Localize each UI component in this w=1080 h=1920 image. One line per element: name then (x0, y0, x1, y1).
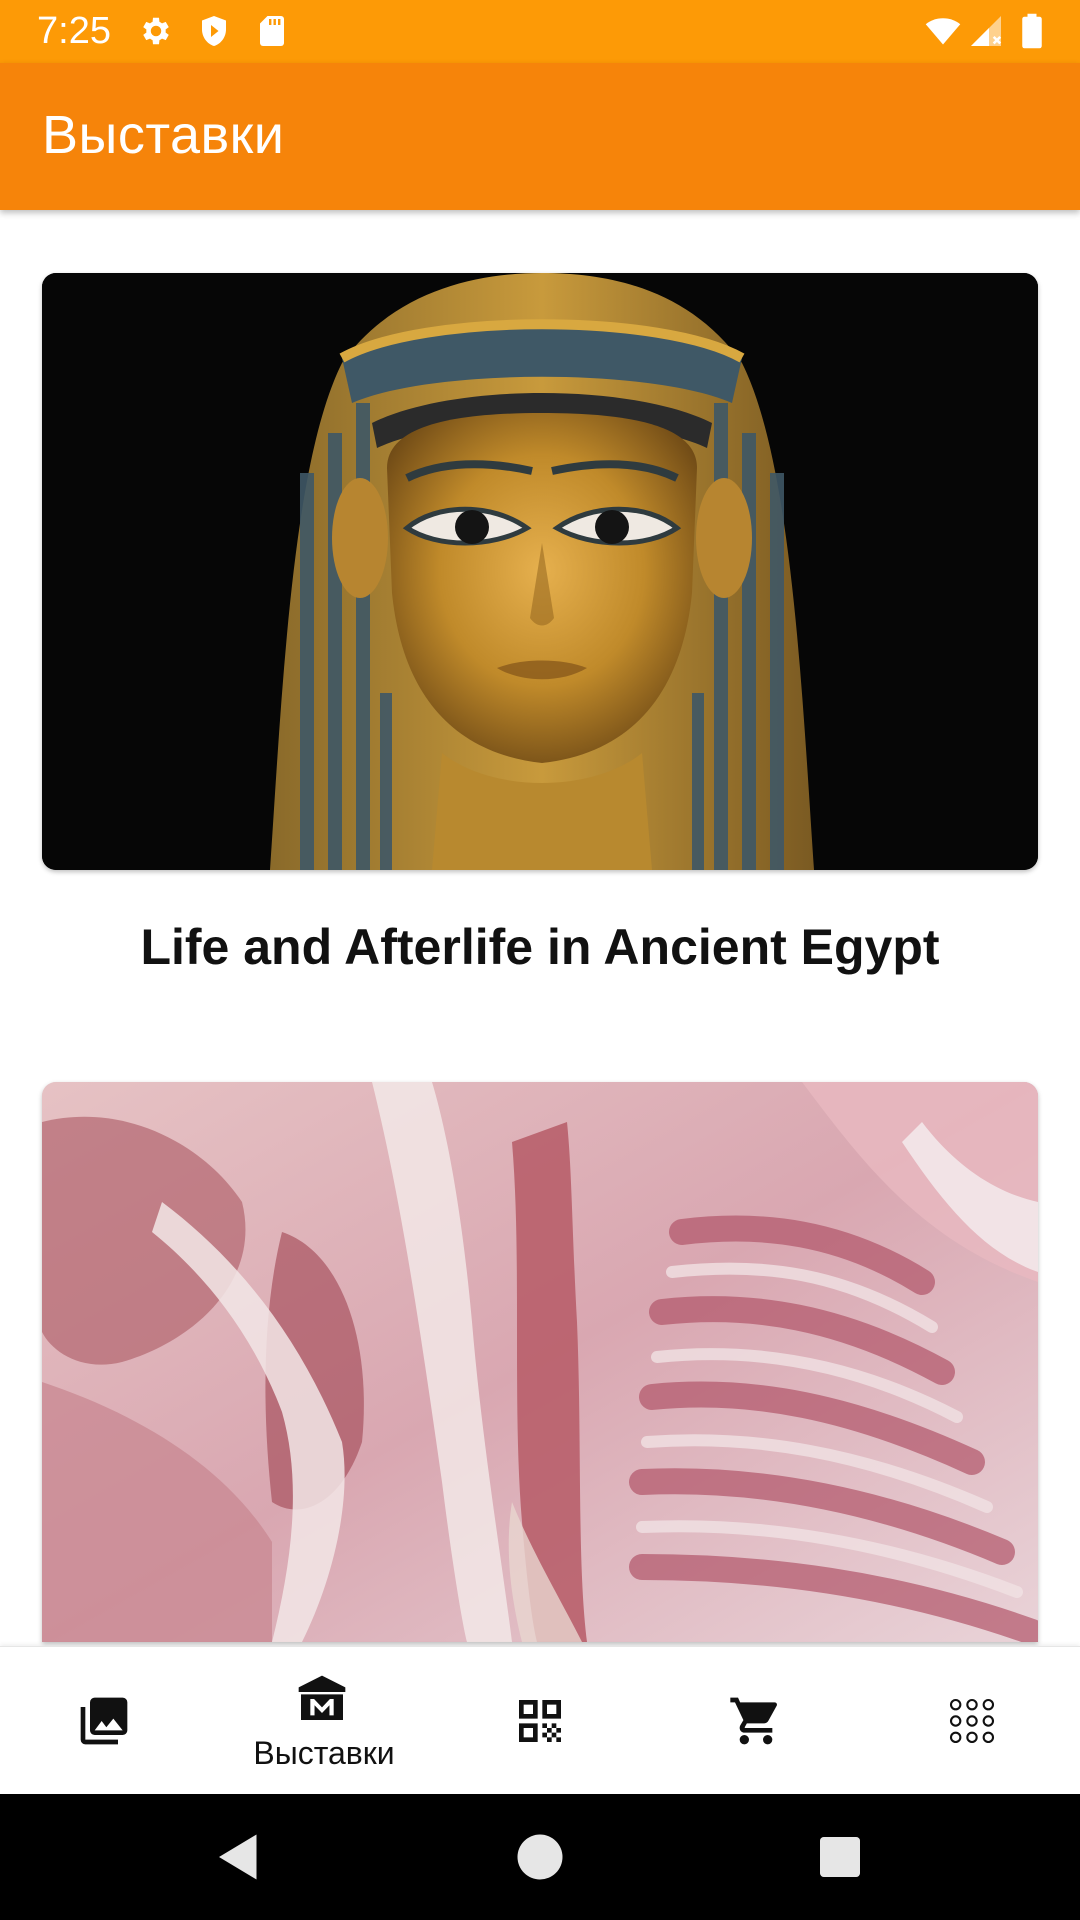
cart-icon (728, 1693, 784, 1749)
recents-icon[interactable] (810, 1827, 870, 1887)
nav-item-gallery[interactable] (0, 1647, 216, 1795)
qr-code-icon (512, 1693, 568, 1749)
system-navigation-bar (0, 1794, 1080, 1920)
status-bar: 7:25 (0, 0, 1080, 63)
nav-item-more[interactable] (864, 1647, 1080, 1795)
battery-icon (1016, 13, 1048, 49)
status-time: 7:25 (37, 10, 111, 52)
golden-mummy-mask-image (42, 273, 1038, 870)
app-bar: Выставки (0, 63, 1080, 210)
bottom-navigation: Выставки (0, 1646, 1080, 1794)
page-title: Выставки (42, 105, 285, 165)
gallery-icon (76, 1693, 132, 1749)
exhibition-card-image[interactable] (42, 273, 1038, 870)
wifi-icon (922, 13, 964, 49)
exhibition-title[interactable]: Life and Afterlife in Ancient Egypt (0, 917, 1080, 977)
sd-card-icon (254, 13, 290, 49)
signal-icon (968, 13, 1004, 49)
nav-item-exhibitions[interactable]: Выставки (216, 1647, 432, 1795)
exhibition-card-image[interactable] (42, 1082, 1038, 1642)
nav-item-qr-scanner[interactable] (432, 1647, 648, 1795)
exhibitions-list: Life and Afterlife in Ancient Egypt (0, 210, 1080, 1646)
nav-item-cart[interactable] (648, 1647, 864, 1795)
shield-icon (196, 13, 232, 49)
settings-icon (138, 13, 174, 49)
museum-icon (294, 1671, 350, 1727)
back-icon[interactable] (209, 1827, 269, 1887)
home-icon[interactable] (510, 1827, 570, 1887)
nav-label-exhibitions: Выставки (253, 1735, 395, 1771)
screen: 7:25 Выставки Life and Afterlife in Anci… (0, 0, 1080, 1920)
apps-grid-icon (944, 1693, 1000, 1749)
anatomy-tissue-image (42, 1082, 1038, 1642)
